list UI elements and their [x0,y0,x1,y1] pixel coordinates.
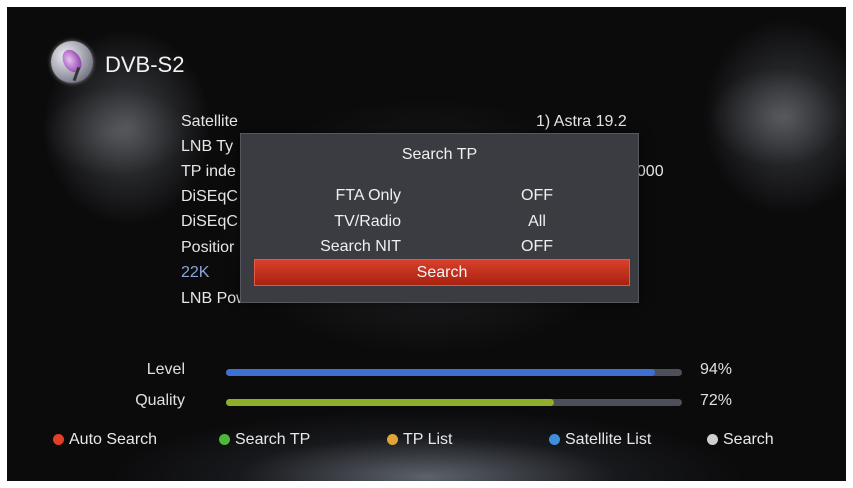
setting-label-22k[interactable]: 22K [181,264,209,282]
option-label-fta-only[interactable]: FTA Only [241,187,402,205]
satellite-dish-logo-icon [51,41,93,83]
key-tp-list[interactable]: TP List [387,431,453,449]
key-label: Auto Search [69,431,158,448]
option-value-search-nit[interactable]: OFF [497,238,577,256]
level-bar-fill [226,369,655,376]
dialog-title: Search TP [401,146,478,163]
option-label-tv-radio[interactable]: TV/Radio [241,213,401,231]
blue-dot-icon [549,434,560,445]
quality-bar [226,399,682,406]
setting-label-diseqc-1[interactable]: DiSEqC [181,188,238,206]
green-dot-icon [219,434,230,445]
setting-label-positioner[interactable]: Positior [181,239,234,257]
setting-label-lnb-type[interactable]: LNB Ty [181,138,233,156]
key-search[interactable]: Search [707,431,774,449]
key-auto-search[interactable]: Auto Search [53,431,157,449]
key-label: TP List [403,431,453,448]
page-title: DVB-S2 [105,52,185,77]
level-bar [226,369,682,376]
key-label: Search TP [235,431,311,448]
quality-bar-fill [226,399,555,406]
tv-screen: DVB-S2 Satellite 1) Astra 19.2 LNB Ty TP… [7,7,846,481]
level-percent: 94% [700,361,733,378]
key-label: Search [723,431,774,448]
option-label-search-nit[interactable]: Search NIT [241,238,401,256]
setting-label-tp-index[interactable]: TP inde [181,163,236,181]
search-button[interactable]: Search [254,259,630,286]
key-search-tp[interactable]: Search TP [219,431,310,449]
background-light [707,67,846,167]
red-dot-icon [53,434,64,445]
background-light [39,87,189,177]
quality-label: Quality [135,392,185,409]
white-dot-icon [707,434,718,445]
option-value-fta-only[interactable]: OFF [497,187,577,205]
search-tp-dialog: Search TP FTA Only OFF TV/Radio All Sear… [240,133,639,303]
yellow-dot-icon [387,434,398,445]
level-label: Level [146,361,185,378]
option-value-tv-radio[interactable]: All [497,213,577,231]
setting-label-diseqc-2[interactable]: DiSEqC [181,213,238,231]
key-label: Satellite List [565,431,652,448]
setting-value-satellite: 1) Astra 19.2 [536,113,627,130]
quality-percent: 72% [700,392,733,409]
setting-label-satellite[interactable]: Satellite [181,113,238,131]
key-satellite-list[interactable]: Satellite List [549,431,651,449]
